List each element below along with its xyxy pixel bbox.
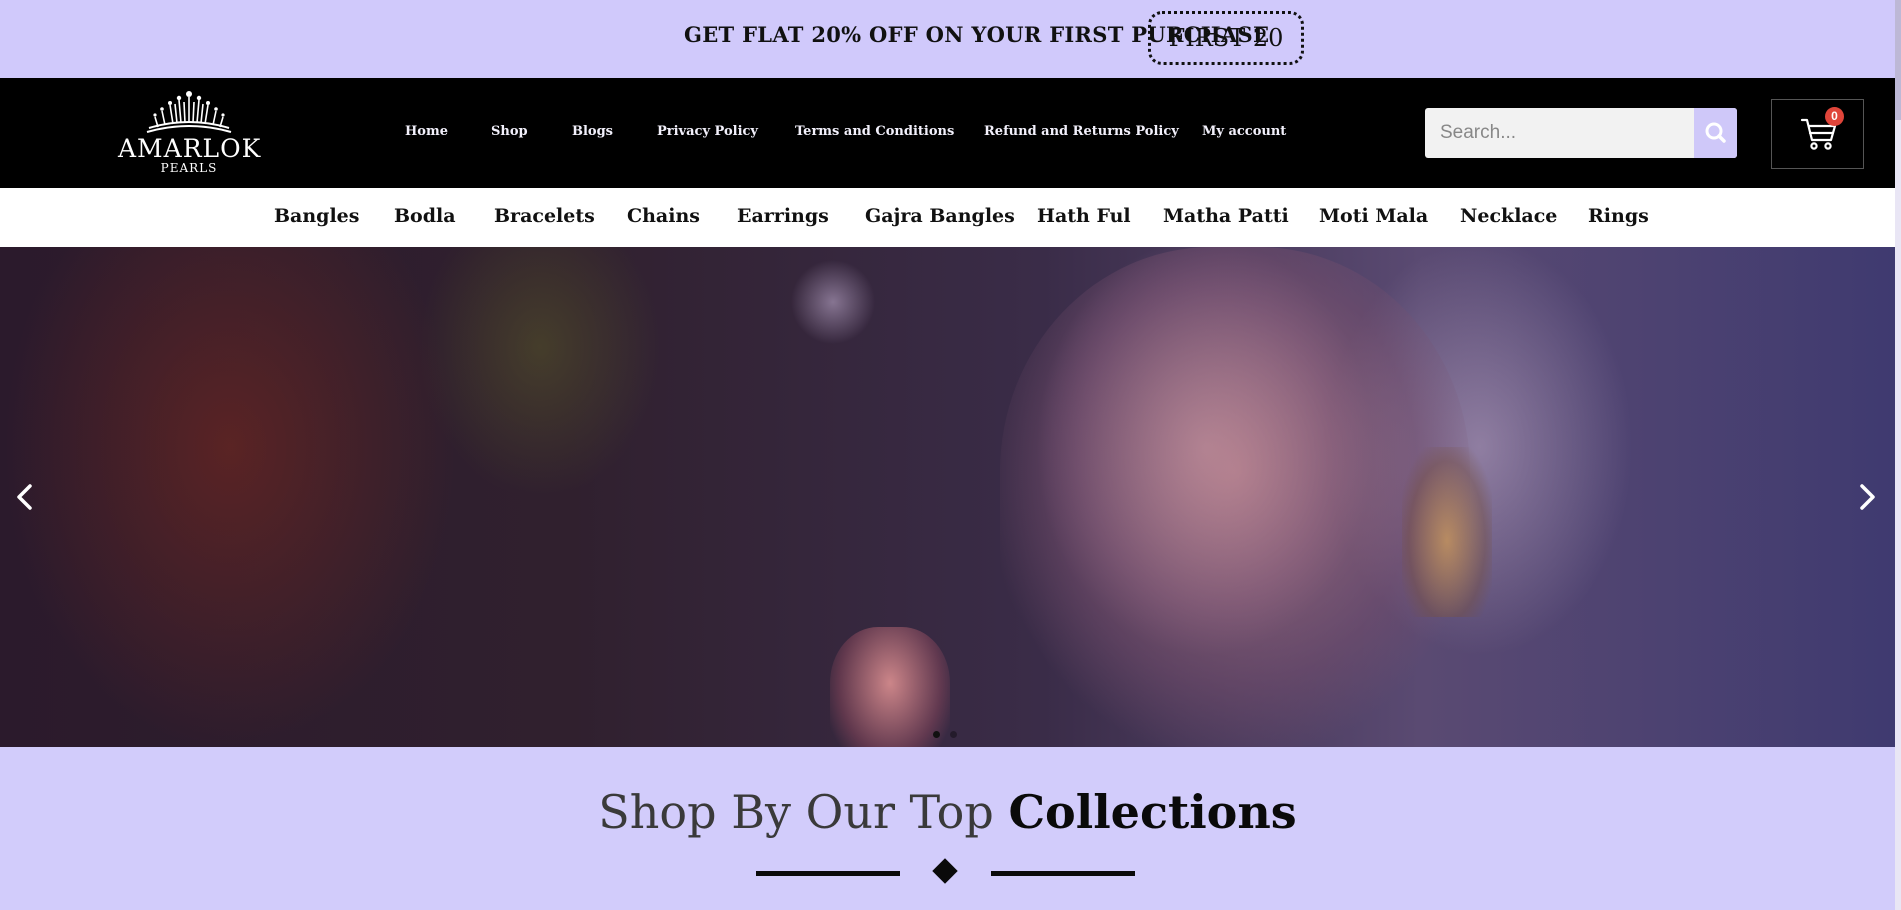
main-header: AMARLOK PEARLS Home Shop Blogs Privacy P…: [0, 78, 1895, 188]
category-rings[interactable]: Rings: [1588, 205, 1649, 227]
promo-code[interactable]: FIRST 20: [1148, 11, 1304, 65]
logo[interactable]: AMARLOK PEARLS: [118, 90, 260, 182]
section-title: Shop By Our Top Collections: [0, 785, 1895, 839]
cart-button[interactable]: 0: [1771, 99, 1864, 169]
section-title-part2: Collections: [1008, 785, 1297, 839]
nav-link-privacy-policy[interactable]: Privacy Policy: [657, 124, 758, 139]
category-chains[interactable]: Chains: [627, 205, 700, 227]
category-hath-ful[interactable]: Hath Ful: [1037, 205, 1131, 227]
scrollbar-thumb[interactable]: [1895, 0, 1901, 120]
slider-next-button[interactable]: [1852, 480, 1882, 514]
search-bar: [1425, 108, 1737, 158]
brand-name: AMARLOK: [118, 134, 262, 163]
nav-link-my-account[interactable]: My account: [1202, 124, 1286, 139]
category-matha-patti[interactable]: Matha Patti: [1163, 205, 1289, 227]
crown-icon: [146, 91, 232, 133]
category-gajra-bangles[interactable]: Gajra Bangles: [865, 205, 1015, 227]
divider-line-right: [991, 871, 1135, 876]
nav-link-blogs[interactable]: Blogs: [572, 124, 613, 139]
search-input[interactable]: [1425, 108, 1693, 158]
category-bar: Bangles Bodla Bracelets Chains Earrings …: [0, 188, 1895, 247]
slider-dots: [928, 723, 962, 742]
hero-image-portrait: [1000, 247, 1470, 747]
divider-diamond-icon: [932, 858, 958, 884]
category-necklace[interactable]: Necklace: [1460, 205, 1557, 227]
chevron-left-icon: [17, 484, 32, 510]
nav-link-terms[interactable]: Terms and Conditions: [795, 124, 954, 139]
promo-bar: GET FLAT 20% OFF ON YOUR FIRST PURCHASE …: [0, 0, 1895, 78]
category-bracelets[interactable]: Bracelets: [494, 205, 595, 227]
nav-link-refund-policy[interactable]: Refund and Returns Policy: [984, 124, 1179, 139]
slider-dot-2[interactable]: [950, 731, 957, 738]
scrollbar[interactable]: [1895, 0, 1901, 910]
slider-prev-button[interactable]: [10, 480, 40, 514]
brand-sub: PEARLS: [160, 161, 218, 175]
nav-link-shop[interactable]: Shop: [491, 124, 528, 139]
cart-icon: [1800, 118, 1837, 150]
chevron-right-icon: [1860, 484, 1875, 510]
section-title-part1: Shop By Our Top: [598, 785, 1009, 839]
category-earrings[interactable]: Earrings: [737, 205, 829, 227]
slider-dot-1[interactable]: [933, 731, 940, 738]
divider-line-left: [756, 871, 900, 876]
nav-link-home[interactable]: Home: [405, 124, 448, 139]
search-button[interactable]: [1694, 108, 1737, 158]
category-bangles[interactable]: Bangles: [274, 205, 359, 227]
hero-image-earring: [1402, 447, 1492, 617]
category-moti-mala[interactable]: Moti Mala: [1319, 205, 1428, 227]
hero-slider[interactable]: [0, 247, 1895, 747]
cart-count-badge: 0: [1825, 107, 1844, 126]
search-icon: [1705, 122, 1726, 143]
category-bodla[interactable]: Bodla: [394, 205, 456, 227]
